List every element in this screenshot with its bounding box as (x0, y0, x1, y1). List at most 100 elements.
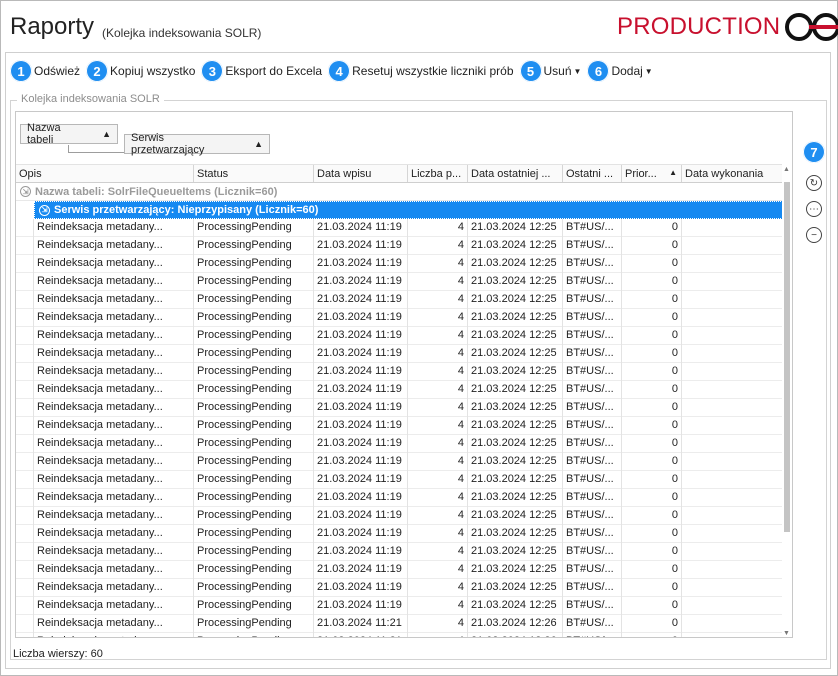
export-excel-button[interactable]: 3 Eksport do Excela (201, 60, 322, 82)
cell-data-wpisu: 21.03.2024 11:19 (314, 381, 408, 399)
table-row[interactable]: Reindeksacja metadany...ProcessingPendin… (16, 345, 783, 363)
cell-priorytet: 0 (622, 255, 682, 273)
collapse-icon[interactable]: ⇲ (39, 204, 50, 216)
table-row[interactable]: Reindeksacja metadany...ProcessingPendin… (16, 417, 783, 435)
table-row[interactable]: Reindeksacja metadany...ProcessingPendin… (16, 633, 783, 637)
cell-status: ProcessingPending (194, 219, 314, 237)
scroll-down-icon[interactable]: ▼ (783, 630, 790, 637)
table-row[interactable]: Reindeksacja metadany...ProcessingPendin… (16, 219, 783, 237)
cell-liczba-prob: 4 (408, 435, 468, 453)
cell-data-wykonania (682, 507, 783, 525)
cell-liczba-prob: 4 (408, 291, 468, 309)
logo-text: PRODUCTION (617, 13, 781, 40)
table-row[interactable]: Reindeksacja metadany...ProcessingPendin… (16, 561, 783, 579)
group-chip-table-name[interactable]: Nazwa tabeli ▲ (20, 122, 118, 146)
table-row[interactable]: Reindeksacja metadany...ProcessingPendin… (16, 543, 783, 561)
row-indent (16, 543, 34, 561)
cell-data-wpisu: 21.03.2024 11:19 (314, 525, 408, 543)
cell-liczba-prob: 4 (408, 399, 468, 417)
cell-opis: Reindeksacja metadany... (34, 219, 194, 237)
table-row[interactable]: Reindeksacja metadany...ProcessingPendin… (16, 579, 783, 597)
group-row-table[interactable]: ⇲ Nazwa tabeli: SolrFileQueueItems (Licz… (16, 183, 783, 201)
table-row[interactable]: Reindeksacja metadany...ProcessingPendin… (16, 327, 783, 345)
cell-ostatni: BT#US/... (563, 291, 622, 309)
cell-ostatni: BT#US/... (563, 615, 622, 633)
row-indent (16, 507, 34, 525)
cell-data-wpisu: 21.03.2024 11:19 (314, 399, 408, 417)
table-row[interactable]: Reindeksacja metadany...ProcessingPendin… (16, 471, 783, 489)
cell-data-ostatniej: 21.03.2024 12:25 (468, 489, 563, 507)
add-dropdown-button[interactable]: 6 Dodaj ▼ (587, 60, 653, 82)
cell-data-ostatniej: 21.03.2024 12:25 (468, 255, 563, 273)
table-row[interactable]: Reindeksacja metadany...ProcessingPendin… (16, 525, 783, 543)
col-header-status[interactable]: Status (194, 165, 314, 182)
table-row[interactable]: Reindeksacja metadany...ProcessingPendin… (16, 363, 783, 381)
more-options-icon[interactable]: ⋯ (806, 201, 822, 217)
table-row[interactable]: Reindeksacja metadany...ProcessingPendin… (16, 435, 783, 453)
table-row[interactable]: Reindeksacja metadany...ProcessingPendin… (16, 507, 783, 525)
col-header-priorytet[interactable]: Prior... ▲ (622, 165, 682, 182)
table-row[interactable]: Reindeksacja metadany...ProcessingPendin… (16, 597, 783, 615)
cell-liczba-prob: 4 (408, 273, 468, 291)
cell-data-wpisu: 21.03.2024 11:19 (314, 597, 408, 615)
cell-ostatni: BT#US/... (563, 453, 622, 471)
refresh-icon[interactable]: ↻ (806, 175, 822, 191)
table-row[interactable]: Reindeksacja metadany...ProcessingPendin… (16, 615, 783, 633)
collapse-icon[interactable]: ⇲ (20, 186, 31, 197)
col-header-ostatni[interactable]: Ostatni ... (563, 165, 622, 182)
cell-liczba-prob: 4 (408, 633, 468, 637)
table-row[interactable]: Reindeksacja metadany...ProcessingPendin… (16, 237, 783, 255)
cell-priorytet: 0 (622, 237, 682, 255)
table-row[interactable]: Reindeksacja metadany...ProcessingPendin… (16, 489, 783, 507)
delete-dropdown-button[interactable]: 5 Usuń ▼ (519, 60, 581, 82)
col-header-liczba-prob[interactable]: Liczba p... (408, 165, 468, 182)
group-row-service[interactable]: ⇲ Serwis przetwarzający: Nieprzypisany (… (34, 201, 783, 219)
col-header-data-wykonania[interactable]: Data wykonania (682, 165, 783, 182)
copy-all-button[interactable]: 2 Kopiuj wszystko (86, 60, 195, 82)
vertical-scrollbar[interactable]: ▲ ▼ (782, 164, 792, 637)
remove-icon[interactable]: − (806, 227, 822, 243)
cell-opis: Reindeksacja metadany... (34, 345, 194, 363)
refresh-label: Odśwież (34, 64, 81, 78)
scroll-thumb[interactable] (784, 182, 790, 532)
cell-opis: Reindeksacja metadany... (34, 435, 194, 453)
group-chip-processing-service[interactable]: Serwis przetwarzający ▲ (124, 132, 270, 156)
cell-status: ProcessingPending (194, 291, 314, 309)
cell-opis: Reindeksacja metadany... (34, 579, 194, 597)
row-indent (16, 579, 34, 597)
cell-opis: Reindeksacja metadany... (34, 327, 194, 345)
row-indent (16, 525, 34, 543)
cell-status: ProcessingPending (194, 633, 314, 637)
cell-status: ProcessingPending (194, 327, 314, 345)
cell-priorytet: 0 (622, 471, 682, 489)
table-row[interactable]: Reindeksacja metadany...ProcessingPendin… (16, 255, 783, 273)
refresh-button[interactable]: 1 Odśwież (10, 60, 80, 82)
cell-ostatni: BT#US/... (563, 363, 622, 381)
table-row[interactable]: Reindeksacja metadany...ProcessingPendin… (16, 399, 783, 417)
cell-liczba-prob: 4 (408, 381, 468, 399)
col-header-data-wpisu[interactable]: Data wpisu (314, 165, 408, 182)
table-row[interactable]: Reindeksacja metadany...ProcessingPendin… (16, 453, 783, 471)
table-row[interactable]: Reindeksacja metadany...ProcessingPendin… (16, 381, 783, 399)
row-indent (16, 291, 34, 309)
export-excel-label: Eksport do Excela (225, 64, 323, 78)
col-header-data-ostatniej[interactable]: Data ostatniej ... (468, 165, 563, 182)
table-row[interactable]: Reindeksacja metadany...ProcessingPendin… (16, 273, 783, 291)
cell-opis: Reindeksacja metadany... (34, 615, 194, 633)
table-row[interactable]: Reindeksacja metadany...ProcessingPendin… (16, 309, 783, 327)
badge-3: 3 (201, 60, 224, 82)
badge-4: 4 (328, 60, 351, 82)
table-row[interactable]: Reindeksacja metadany...ProcessingPendin… (16, 291, 783, 309)
scroll-up-icon[interactable]: ▲ (783, 166, 790, 173)
add-label: Dodaj (611, 64, 643, 78)
cell-status: ProcessingPending (194, 273, 314, 291)
cell-opis: Reindeksacja metadany... (34, 291, 194, 309)
cell-status: ProcessingPending (194, 615, 314, 633)
cell-data-wpisu: 21.03.2024 11:21 (314, 615, 408, 633)
cell-data-ostatniej: 21.03.2024 12:25 (468, 507, 563, 525)
col-header-opis[interactable]: Opis (16, 165, 194, 182)
row-indent (16, 633, 34, 637)
reset-counters-button[interactable]: 4 Resetuj wszystkie liczniki prób (328, 60, 514, 82)
cell-data-wpisu: 21.03.2024 11:19 (314, 435, 408, 453)
cell-liczba-prob: 4 (408, 345, 468, 363)
